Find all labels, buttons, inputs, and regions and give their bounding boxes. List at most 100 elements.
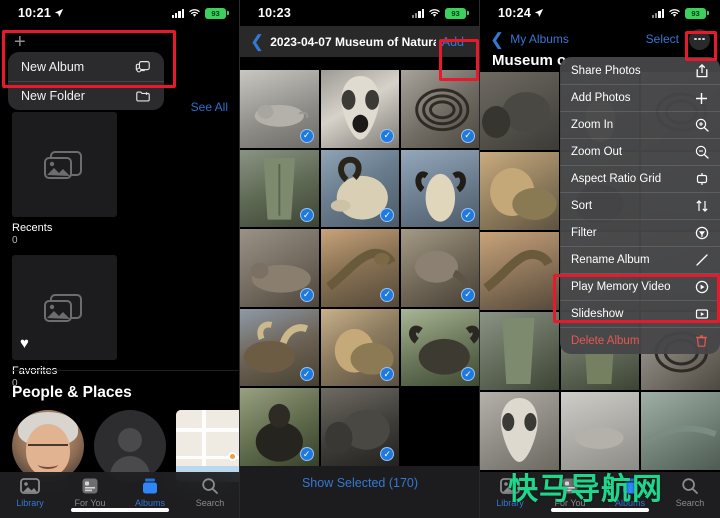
selected-checkmark[interactable]: ✓ xyxy=(460,128,475,143)
photo-grid: ✓ ✓ ✓ ✓ ✓ ✓ ✓ ✓ ✓ ✓ ✓ ✓ ✓ ✓ xyxy=(240,70,480,466)
photo-cell[interactable]: ✓ xyxy=(240,229,319,307)
photo-cell[interactable]: ✓ xyxy=(320,149,400,228)
menu-item-play-memory-video[interactable]: Play Memory Video xyxy=(560,273,720,300)
selected-checkmark[interactable]: ✓ xyxy=(380,128,395,143)
see-all-link[interactable]: See All xyxy=(191,100,228,114)
photo-cell[interactable]: ✓ xyxy=(401,149,480,228)
menu-item-add-photos[interactable]: Add Photos xyxy=(560,84,720,111)
album-card-favorites[interactable]: ♥ Favorites 0 xyxy=(12,255,117,389)
menu-item-label: Filter xyxy=(571,227,597,239)
slideshow-icon xyxy=(694,307,709,321)
menu-item-label: Rename Album xyxy=(571,254,650,266)
status-right-2: 93 xyxy=(411,7,469,19)
tab-for-you[interactable]: For You xyxy=(60,476,120,508)
menu-item-label: New Album xyxy=(21,59,85,74)
photo-cell[interactable]: ✓ xyxy=(240,388,319,466)
photos-stack-icon xyxy=(43,293,82,322)
tab-library[interactable]: Library xyxy=(0,476,60,508)
menu-item-sort[interactable]: Sort xyxy=(560,192,720,219)
menu-item-new-album[interactable]: New Album xyxy=(8,52,164,81)
menu-item-slideshow[interactable]: Slideshow xyxy=(560,300,720,327)
status-right-1: 93 xyxy=(171,7,229,19)
pencil-icon xyxy=(694,253,709,267)
filter-icon xyxy=(694,226,709,240)
tab-label: For You xyxy=(74,498,106,508)
photo-cell[interactable]: ✓ xyxy=(401,308,480,387)
chevron-left-icon[interactable]: ❮ xyxy=(250,33,264,50)
status-left-2: 10:23 xyxy=(258,6,291,20)
menu-item-rename-album[interactable]: Rename Album xyxy=(560,246,720,273)
search-icon xyxy=(679,476,701,496)
add-button[interactable]: Add xyxy=(436,35,470,49)
tab-label: Search xyxy=(675,498,705,508)
photo-cell[interactable] xyxy=(401,388,480,466)
menu-item-new-folder[interactable]: New Folder xyxy=(8,81,164,110)
tab-albums[interactable]: Albums xyxy=(120,476,180,508)
sort-arrows-icon xyxy=(694,199,709,213)
tab-search[interactable]: Search xyxy=(180,476,240,508)
photo-cell[interactable]: ✓ xyxy=(320,229,400,307)
section-title-people-places: People & Places xyxy=(12,384,132,401)
photo-cell[interactable]: ✓ xyxy=(320,388,400,466)
album-card-recents[interactable]: Recents 0 xyxy=(12,112,117,246)
album-plus-icon xyxy=(135,61,150,73)
photo-cell[interactable] xyxy=(480,152,559,230)
location-arrow-icon xyxy=(534,8,544,17)
chevron-left-icon[interactable]: ❮ xyxy=(490,31,504,48)
for-you-icon xyxy=(79,476,101,496)
menu-item-aspect-ratio-grid[interactable]: Aspect Ratio Grid xyxy=(560,165,720,192)
selected-checkmark[interactable]: ✓ xyxy=(299,128,314,143)
photo-cell[interactable]: ✓ xyxy=(240,70,319,148)
photo-cell[interactable]: ✓ xyxy=(401,70,480,148)
selected-checkmark[interactable]: ✓ xyxy=(299,208,314,223)
selected-checkmark[interactable]: ✓ xyxy=(460,287,475,302)
search-icon xyxy=(199,476,221,496)
photo-cell[interactable] xyxy=(560,392,640,470)
status-time: 10:24 xyxy=(498,6,531,20)
album-name: Recents xyxy=(12,222,53,234)
menu-item-filter[interactable]: Filter xyxy=(560,219,720,246)
panel-photo-picker: 10:23 93 ❮ 2023-04-07 Museum of Natural … xyxy=(240,0,480,518)
cellular-bars-icon xyxy=(651,8,664,18)
new-item-context-menu: New Album New Folder xyxy=(8,52,164,110)
selected-checkmark[interactable]: ✓ xyxy=(299,287,314,302)
menu-item-zoom-out[interactable]: Zoom Out xyxy=(560,138,720,165)
photo-cell[interactable]: ✓ xyxy=(240,308,319,387)
home-indicator xyxy=(71,508,169,512)
menu-item-label: Zoom Out xyxy=(571,146,623,158)
albums-icon xyxy=(139,476,161,496)
photo-cell[interactable] xyxy=(480,72,559,150)
plus-icon xyxy=(694,91,709,105)
back-link-my-albums[interactable]: My Albums xyxy=(510,32,569,46)
status-left-3: 10:24 xyxy=(498,6,544,20)
folder-plus-icon xyxy=(136,90,150,102)
show-selected-button[interactable]: Show Selected (170) xyxy=(240,466,480,518)
album-thumbnail: ♥ xyxy=(12,255,117,360)
ellipsis-circle-icon[interactable] xyxy=(689,28,710,50)
library-icon xyxy=(19,476,41,496)
trash-icon xyxy=(694,334,709,348)
status-bar-2: 10:23 93 xyxy=(240,0,480,26)
share-icon xyxy=(694,63,709,78)
menu-item-zoom-in[interactable]: Zoom In xyxy=(560,111,720,138)
photo-cell[interactable] xyxy=(480,392,559,470)
photo-cell[interactable]: ✓ xyxy=(320,70,400,148)
photo-cell[interactable]: ✓ xyxy=(240,149,319,228)
menu-item-delete-album[interactable]: Delete Album xyxy=(560,327,720,354)
menu-item-label: Zoom In xyxy=(571,119,614,131)
three-panel-screenshot: 10:21 93 + New Album New Folder See All … xyxy=(0,0,720,518)
plus-icon[interactable]: + xyxy=(14,32,26,52)
panel-separator xyxy=(239,0,240,518)
selected-checkmark[interactable]: ✓ xyxy=(299,367,314,382)
select-button[interactable]: Select xyxy=(646,32,679,46)
photo-cell[interactable] xyxy=(480,232,559,310)
album-thumbnail xyxy=(12,112,117,217)
selected-checkmark[interactable]: ✓ xyxy=(299,447,314,461)
photo-cell[interactable] xyxy=(480,312,559,390)
photo-cell[interactable]: ✓ xyxy=(401,229,480,307)
status-time: 10:21 xyxy=(18,6,51,20)
photo-cell[interactable]: ✓ xyxy=(320,308,400,387)
photo-cell[interactable] xyxy=(641,392,720,470)
menu-item-share-photos[interactable]: Share Photos xyxy=(560,57,720,84)
tab-search[interactable]: Search xyxy=(660,476,720,508)
